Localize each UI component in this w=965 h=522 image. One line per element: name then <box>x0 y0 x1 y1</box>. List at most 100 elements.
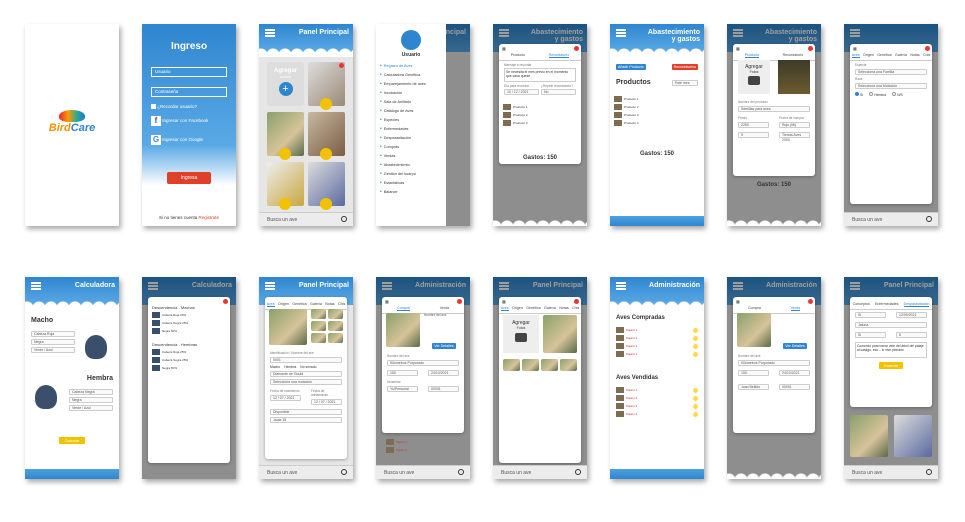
close-icon[interactable] <box>223 299 228 304</box>
sex-unknown-option[interactable]: No sexado <box>300 365 316 369</box>
bird-name-field[interactable]: Kilómetros Purpurado <box>738 360 810 366</box>
heart-icon[interactable] <box>279 198 291 210</box>
search-icon[interactable] <box>341 469 347 475</box>
add-product-button[interactable]: Añadir Producto <box>616 64 646 70</box>
edit-icon[interactable] <box>693 395 698 401</box>
notes-tab[interactable]: Desparasitación <box>903 302 930 307</box>
remember-row[interactable]: ¿Recordar usuario? <box>151 104 197 110</box>
bird-photo[interactable] <box>269 309 307 345</box>
tab-buy[interactable]: Compra <box>397 306 410 311</box>
edit-icon[interactable] <box>693 351 698 357</box>
species-select[interactable]: Selecciona una Familia <box>855 69 927 75</box>
male-body-select[interactable]: Verde / Azul <box>31 347 75 353</box>
gallery-thumb[interactable] <box>560 359 577 371</box>
product-name-field[interactable]: Semillas para aves <box>738 106 810 112</box>
search-bar[interactable]: Busca un ave <box>493 465 587 479</box>
details-button[interactable]: Ver Detalles <box>783 343 807 349</box>
close-icon[interactable] <box>457 299 462 304</box>
id-field[interactable]: 0001 <box>270 357 342 363</box>
username-field[interactable]: Usuario <box>151 67 227 77</box>
gallery-thumb[interactable] <box>522 359 539 371</box>
search-bar[interactable]: Busca un ave <box>844 212 938 226</box>
form-tab[interactable]: Notas <box>559 306 568 311</box>
gallery-thumb[interactable] <box>541 359 558 371</box>
bird-card[interactable] <box>308 62 345 110</box>
close-icon[interactable] <box>574 299 579 304</box>
edit-icon[interactable] <box>693 327 698 333</box>
edit-icon[interactable] <box>693 411 698 417</box>
heart-icon[interactable] <box>279 148 291 160</box>
menu-item[interactable]: • Calculadora Genética <box>376 70 446 79</box>
sex-female-option[interactable]: Hembra <box>284 365 296 369</box>
form-tab[interactable]: Notas <box>910 53 919 58</box>
mutation-select[interactable]: Selecciona una mutación <box>270 379 342 385</box>
form-tab[interactable]: Galería <box>310 302 322 307</box>
code-field[interactable]: 00001 <box>428 386 459 392</box>
calculate-button[interactable]: Calcular <box>59 437 85 444</box>
menu-icon[interactable] <box>265 29 275 37</box>
seller-field[interactable]: Yo/Personal <box>387 386 418 392</box>
month-select[interactable]: Este mes <box>672 79 698 86</box>
gallery-thumb[interactable] <box>328 309 343 319</box>
save-button[interactable]: Guardar <box>879 362 903 369</box>
menu-item[interactable]: • Balance <box>376 187 446 196</box>
female-head-select[interactable]: Cabeza Negra <box>69 389 113 395</box>
form-tab[interactable]: Origen <box>512 306 523 311</box>
male-breast-select[interactable]: Negra <box>31 339 75 345</box>
form-tab[interactable]: Origen <box>278 302 289 307</box>
menu-icon[interactable] <box>31 282 41 290</box>
price-field[interactable]: 2250 <box>738 122 769 128</box>
bird-name-field[interactable]: Kilómetros Purpurado <box>387 360 459 366</box>
species-select[interactable]: Diamante de Gould <box>270 371 342 377</box>
list-item[interactable]: Pájaro 2 <box>616 335 698 341</box>
edit-icon[interactable] <box>693 343 698 349</box>
gallery-thumb[interactable] <box>328 321 343 331</box>
list-item[interactable]: Producto 3 <box>503 120 577 126</box>
search-icon[interactable] <box>458 469 464 475</box>
bird-card[interactable] <box>850 415 888 457</box>
camera-badge-icon[interactable] <box>339 63 344 68</box>
form-tab[interactable]: Chis <box>572 306 579 311</box>
tab-product[interactable]: Producto <box>511 53 525 58</box>
notes-qty-field[interactable]: 6 <box>896 332 927 338</box>
menu-item[interactable]: • Gestión del huarpo <box>376 169 446 178</box>
menu-item[interactable]: • Emparejamiento de aves <box>376 79 446 88</box>
form-tab[interactable]: Chis <box>338 302 345 307</box>
sex-option[interactable]: N/S <box>892 92 903 97</box>
breed-select[interactable]: Selecciona una Mutación <box>855 83 927 89</box>
list-item[interactable]: Pájaro 4 <box>616 351 698 357</box>
notes-date-field[interactable]: 12/09/2021 <box>896 312 927 318</box>
menu-item[interactable]: • Ventas <box>376 151 446 160</box>
tab-reminders[interactable]: Recordatorio <box>548 53 570 58</box>
sex-option[interactable]: Sí <box>855 92 863 97</box>
heart-icon[interactable] <box>320 148 332 160</box>
menu-item[interactable]: • Catálogo de Aves <box>376 106 446 115</box>
list-item[interactable]: Pájaro 3 <box>616 403 698 409</box>
list-item[interactable]: Pájaro 2 <box>386 447 460 453</box>
tab-product[interactable]: Producto <box>744 53 760 58</box>
notes-person-field[interactable]: Jaiuna <box>855 322 927 328</box>
repeat-select[interactable]: No <box>541 89 576 95</box>
quantity-field[interactable]: 5 <box>738 132 769 138</box>
bird-card[interactable] <box>267 162 304 210</box>
tab-reminders[interactable]: Recordatorio <box>783 53 804 58</box>
list-item[interactable]: Producto 2 <box>614 104 700 110</box>
notes-tab[interactable]: Conceptos <box>853 302 870 307</box>
close-icon[interactable] <box>808 299 813 304</box>
code-field[interactable]: 00001 <box>779 384 810 390</box>
tab-sell[interactable]: Venta <box>790 306 800 311</box>
menu-item[interactable]: • Desparasitación <box>376 133 446 142</box>
list-item[interactable]: Producto 4 <box>614 120 700 126</box>
register-link[interactable]: Registrate <box>199 215 220 220</box>
sex-male-option[interactable]: Macho <box>270 365 280 369</box>
female-breast-select[interactable]: Negra <box>69 397 113 403</box>
form-tab[interactable]: Notas <box>325 302 334 307</box>
edit-icon[interactable] <box>693 335 698 341</box>
search-bar[interactable]: Busca un ave <box>844 465 938 479</box>
form-tab[interactable]: Aves <box>266 302 275 307</box>
search-bar[interactable]: Busca un ave <box>259 212 353 226</box>
purchase-date-field[interactable]: Rojo (Ml) <box>779 122 810 128</box>
menu-item[interactable]: • Registro de Aves <box>376 61 446 70</box>
gallery-thumb[interactable] <box>328 333 343 343</box>
login-submit-button[interactable]: Ingresa <box>167 172 211 184</box>
